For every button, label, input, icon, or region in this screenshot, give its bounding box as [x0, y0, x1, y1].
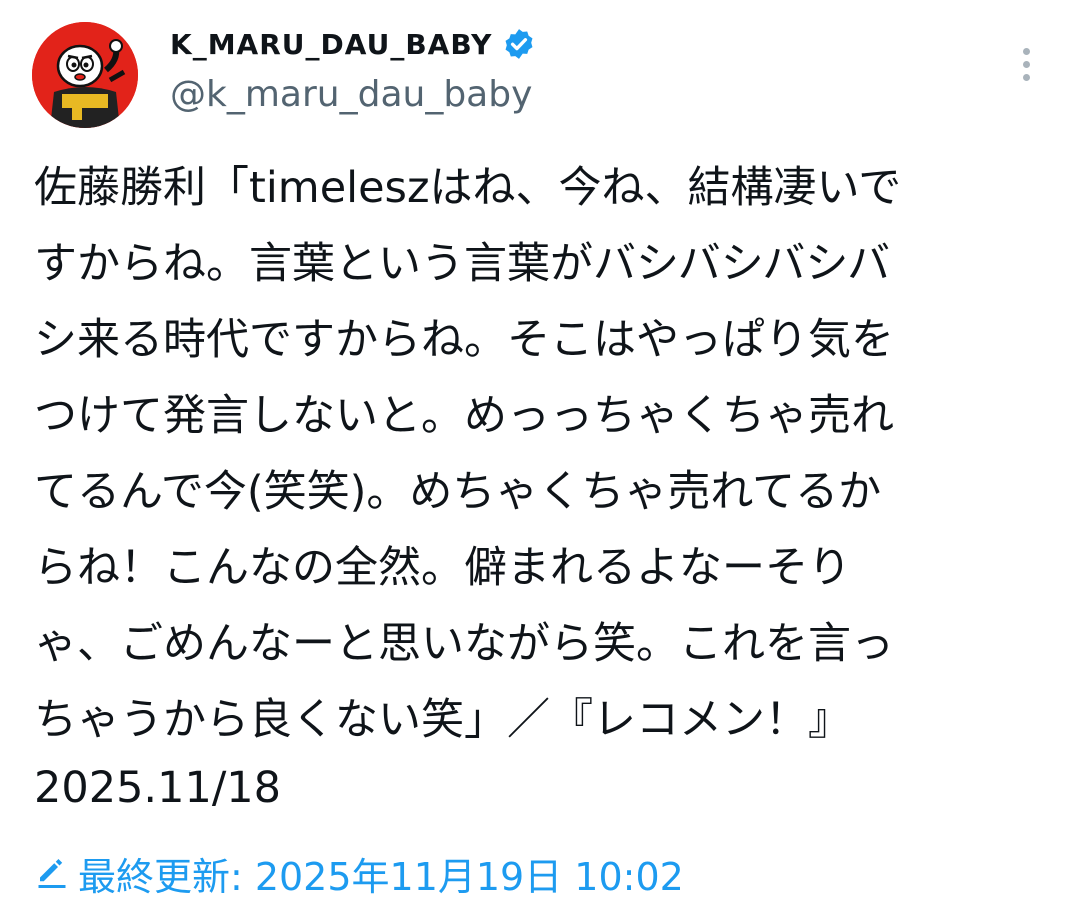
tweet-text-line: らね！こんなの全然。僻まれるよなーそり [34, 543, 851, 593]
last-edited-label: 最終更新: [78, 854, 243, 899]
author-names: K_MARU_DAU_BABY @k_maru_dau_baby [170, 24, 536, 115]
display-name-row: K_MARU_DAU_BABY [170, 24, 536, 64]
more-vertical-icon[interactable] [1010, 40, 1044, 90]
verified-badge-icon [502, 27, 536, 61]
pencil-icon [34, 855, 70, 891]
tweet-text: 佐藤勝利「timeleszはね、今ね、結構凄いで すからね。言葉という言葉がバシ… [34, 150, 1054, 818]
tweet-text-line: つけて発言しないと。めっっちゃくちゃ売れ [34, 391, 894, 441]
display-name[interactable]: K_MARU_DAU_BABY [170, 28, 492, 61]
tweet-text-line: ゃ、ごめんなーと思いながら笑。これを言っ [34, 619, 894, 669]
tweet-text-line: てるんで今(笑笑)。めちゃくちゃ売れてるか [34, 467, 882, 517]
tweet-text-line: 佐藤勝利「timeleszはね、今ね、結構凄いで [34, 163, 902, 213]
tweet-text-line: すからね。言葉という言葉がバシバシバシバ [34, 239, 891, 289]
last-edited-link[interactable]: 最終更新: 2025年11月19日 10:02 [34, 846, 684, 900]
avatar[interactable] [32, 22, 138, 128]
tweet-header: K_MARU_DAU_BABY @k_maru_dau_baby [0, 0, 1080, 150]
tweet-text-line: ちゃうから良くない笑」／『レコメン！』 [34, 695, 851, 745]
tweet-date-text: 2025.11/18 [34, 763, 282, 813]
last-edited-timestamp: 2025年11月19日 10:02 [254, 854, 684, 899]
author-handle[interactable]: @k_maru_dau_baby [170, 74, 536, 115]
cartoon-mascot-avatar-icon [32, 22, 138, 128]
tweet-text-line: シ来る時代ですからね。そこはやっぱり気を [34, 315, 894, 365]
